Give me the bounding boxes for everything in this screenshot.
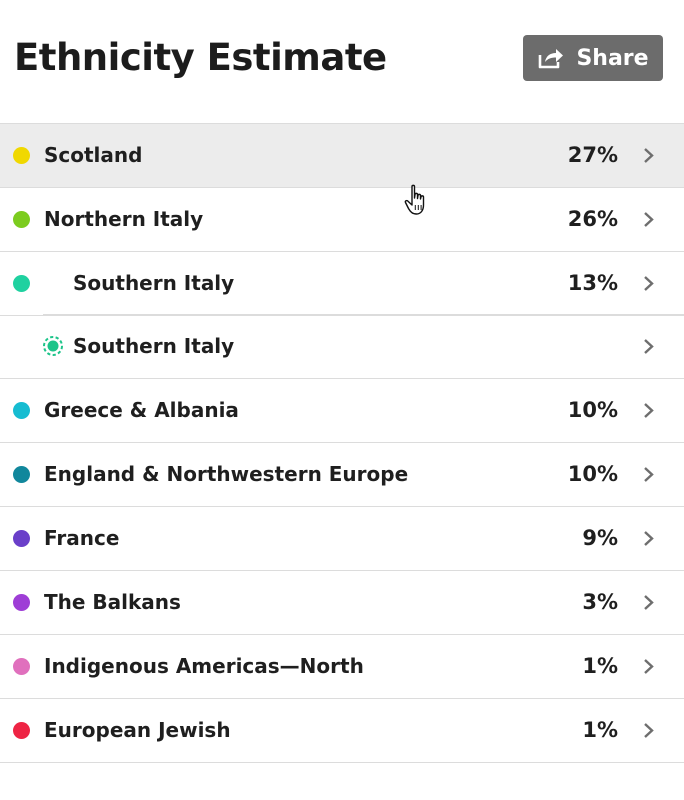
region-color-dot (13, 466, 30, 483)
chevron-right-icon (644, 276, 654, 291)
region-name: Scotland (44, 143, 143, 167)
region-row-northern-italy[interactable]: Northern Italy 26% (0, 188, 684, 252)
region-color-dot (13, 275, 30, 292)
chevron-right-icon (644, 467, 654, 482)
region-row-the-balkans[interactable]: The Balkans 3% (0, 571, 684, 635)
chevron-right-icon (644, 212, 654, 227)
region-row-indigenous-americas-north[interactable]: Indigenous Americas—North 1% (0, 635, 684, 699)
region-name: France (44, 526, 120, 550)
chevron-right-icon (644, 339, 654, 354)
sub-region-name: Southern Italy (73, 334, 235, 358)
region-percent: 10% (567, 462, 618, 486)
region-color-dot (13, 722, 30, 739)
chevron-right-icon (644, 595, 654, 610)
ethnicity-list: Scotland 27% Northern Italy 26% Southern… (0, 123, 684, 763)
region-name: The Balkans (44, 590, 181, 614)
region-percent: 13% (567, 271, 618, 295)
region-color-dot (13, 211, 30, 228)
region-row-greece-albania[interactable]: Greece & Albania 10% (0, 379, 684, 443)
region-percent: 9% (582, 526, 618, 550)
region-name: Southern Italy (73, 271, 235, 295)
page-title: Ethnicity Estimate (14, 36, 387, 79)
region-name: Northern Italy (44, 207, 204, 231)
region-name: Indigenous Americas—North (44, 654, 364, 678)
region-row-france[interactable]: France 9% (0, 507, 684, 571)
region-row-southern-italy[interactable]: Southern Italy 13% (0, 252, 684, 316)
region-color-dot (13, 402, 30, 419)
region-percent: 26% (567, 207, 618, 231)
region-name: Greece & Albania (44, 398, 239, 422)
chevron-right-icon (644, 723, 654, 738)
sub-region-row-southern-italy[interactable]: Southern Italy (0, 314, 684, 379)
share-icon (537, 46, 565, 70)
share-button[interactable]: Share (523, 35, 663, 81)
region-color-dot (13, 147, 30, 164)
region-row-scotland[interactable]: Scotland 27% (0, 124, 684, 188)
region-color-dot (13, 658, 30, 675)
region-percent: 27% (567, 143, 618, 167)
chevron-right-icon (644, 659, 654, 674)
chevron-right-icon (644, 531, 654, 546)
region-row-european-jewish[interactable]: European Jewish 1% (0, 699, 684, 763)
chevron-right-icon (644, 148, 654, 163)
region-row-england-nw-europe[interactable]: England & Northwestern Europe 10% (0, 443, 684, 507)
region-percent: 1% (582, 654, 618, 678)
share-label: Share (576, 45, 649, 71)
region-percent: 10% (567, 398, 618, 422)
page-header: Ethnicity Estimate Share (0, 0, 684, 123)
region-percent: 1% (582, 718, 618, 742)
region-percent: 3% (582, 590, 618, 614)
community-dashed-circle-icon (43, 336, 63, 356)
region-name: European Jewish (44, 718, 231, 742)
region-color-dot (13, 594, 30, 611)
chevron-right-icon (644, 403, 654, 418)
region-color-dot (13, 530, 30, 547)
region-name: England & Northwestern Europe (44, 462, 409, 486)
